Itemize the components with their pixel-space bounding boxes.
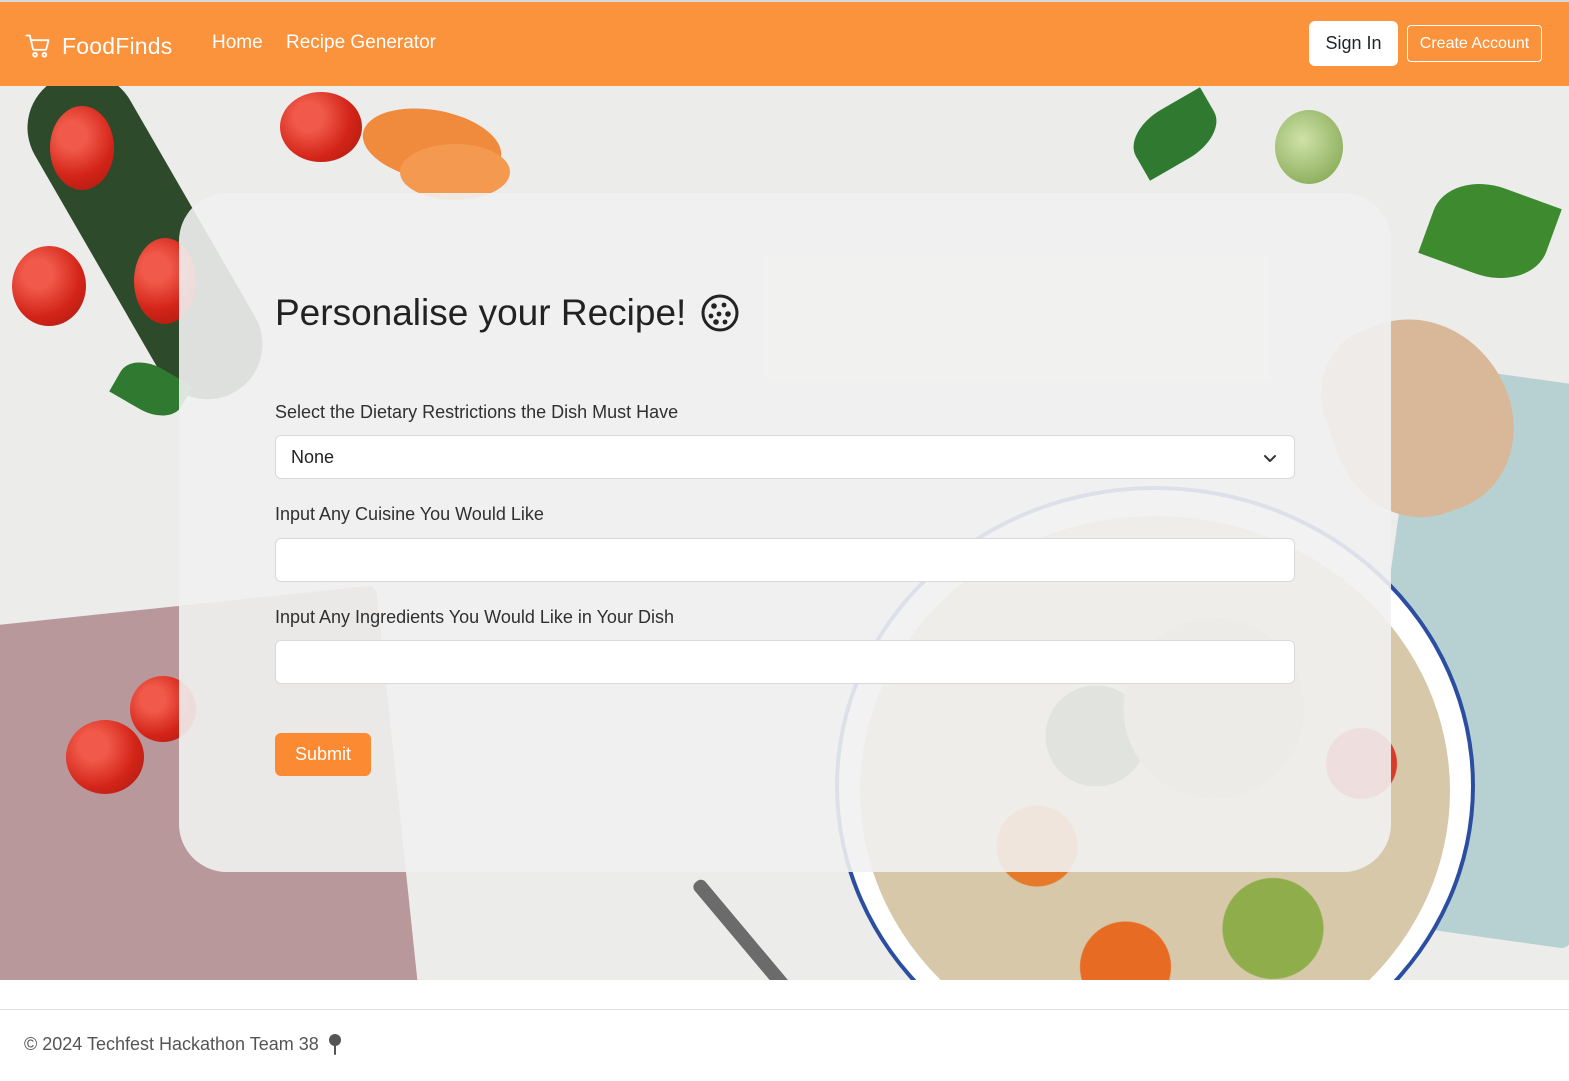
navbar: FoodFinds Home Recipe Generator Sign In … <box>0 2 1569 86</box>
tomato-decoration <box>50 106 114 190</box>
dietary-select[interactable]: None <box>275 435 1295 479</box>
tomato-decoration <box>12 246 86 326</box>
nav-recipe-generator-link[interactable]: Recipe Generator <box>286 32 436 54</box>
parsley-decoration <box>1418 168 1562 294</box>
footer: © 2024 Techfest Hackathon Team 38 <box>24 1033 345 1055</box>
footer-text: © 2024 Techfest Hackathon Team 38 <box>24 1033 319 1054</box>
submit-button[interactable]: Submit <box>275 733 371 776</box>
leaf-decoration <box>1122 87 1228 181</box>
tomato-decoration <box>280 92 362 162</box>
nav-home-link[interactable]: Home <box>212 32 263 54</box>
carrot-decoration <box>400 144 510 200</box>
form-title-text: Personalise your Recipe! <box>275 292 687 333</box>
fork-decoration <box>690 877 844 980</box>
footer-divider <box>0 1009 1569 1010</box>
brand-name: FoodFinds <box>62 32 173 59</box>
cuisine-input[interactable] <box>275 538 1295 582</box>
sprout-decoration <box>1275 110 1343 184</box>
brand-link[interactable]: FoodFinds <box>24 28 172 64</box>
cookie-icon <box>701 294 739 332</box>
pin-icon <box>328 1034 341 1055</box>
dietary-select-value: None <box>291 446 335 467</box>
ingredients-label: Input Any Ingredients You Would Like in … <box>275 607 674 627</box>
cuisine-label: Input Any Cuisine You Would Like <box>275 504 544 524</box>
create-account-button[interactable]: Create Account <box>1407 25 1542 62</box>
cart-icon <box>25 34 50 58</box>
tomato-decoration <box>66 720 144 794</box>
dietary-label: Select the Dietary Restrictions the Dish… <box>275 402 679 422</box>
ingredients-input[interactable] <box>275 640 1295 684</box>
form-title: Personalise your Recipe! <box>275 292 740 334</box>
chevron-down-icon <box>1264 455 1276 462</box>
sign-in-button[interactable]: Sign In <box>1309 21 1398 66</box>
